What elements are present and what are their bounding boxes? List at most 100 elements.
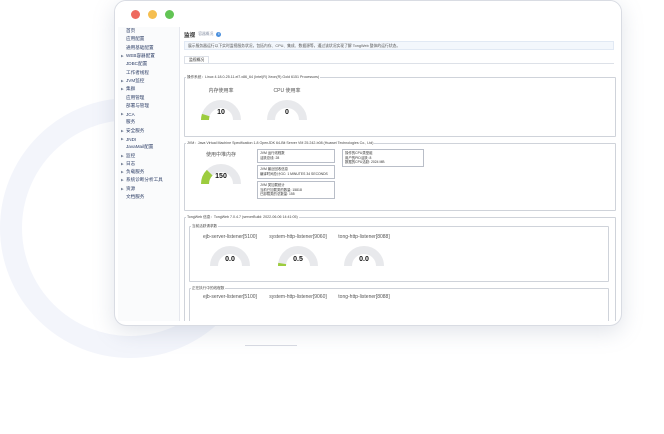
jvm-cpu-box: 操作的CPU类型组 用户的PID活跃: 8 数据的CPU活跃: 2024 MB xyxy=(342,149,424,167)
busy-threads-legend: 正在执行中的线程数 xyxy=(192,286,225,290)
busy-gauge-tong-title: tong-http-listener[8088] xyxy=(338,294,390,300)
sidebar-item-label: 部署与管理 xyxy=(126,102,149,108)
listener-gauge-system-value: 0.5 xyxy=(293,256,303,263)
jvm-cpu-mem: 数据的CPU活跃: 2024 MB xyxy=(345,160,385,165)
sidebar-item[interactable]: ▶ 系统诊断分析工具 xyxy=(118,176,179,184)
jvm-threads-box: JVM 运行线程数 活跃总线: 28 xyxy=(257,149,335,163)
jvm-panel: JVM：Java Virtual Machine Specification 1… xyxy=(184,141,616,211)
sidebar-item-label: 工作者线程 xyxy=(126,69,149,75)
window-close-button[interactable] xyxy=(131,10,140,19)
busy-gauge-tong: tong-http-listener[8088] xyxy=(333,294,395,321)
page-header: 监视 容器概况 i xyxy=(184,30,614,39)
sidebar-item[interactable]: 服务 xyxy=(118,118,179,126)
busy-gauge-system-title: system-http-listener[9060] xyxy=(269,294,327,300)
listener-gauge-tong: tong-http-listener[8088] 0.0 xyxy=(333,234,395,270)
sidebar-item-label: 首页 xyxy=(126,28,136,34)
active-requests-panel: 当前活跃请求数 ejb-server-listener[5100] 0.0 sy… xyxy=(189,224,609,282)
window-minimize-button[interactable] xyxy=(148,10,157,19)
sidebar-item-label: 应用配置 xyxy=(126,36,145,42)
busy-gauge-system: system-http-listener[9060] xyxy=(265,294,331,321)
cpu-gauge-value: 0 xyxy=(285,109,289,116)
sidebar-item[interactable]: ▶ 集群 xyxy=(118,85,179,93)
main-content: 监视 容器概况 i 展示服务器运行以下实时监视服务状况，包括内存、CPU、集成、… xyxy=(180,27,618,321)
sidebar-item-label: 监控 xyxy=(126,152,136,158)
cpu-gauge-title: CPU 使用率 xyxy=(273,88,301,94)
listener-gauge-ejb-title: ejb-server-listener[5100] xyxy=(203,234,257,240)
sidebar-item[interactable]: ▶ 资源 xyxy=(118,185,179,193)
sidebar-item-label: JDBC配置 xyxy=(126,61,148,67)
sidebar-nav: 首页应用配置通用基础配置 ▶ WEB容器配置 JDBC配置 工作者线程 ▶ JVM监控 ▶ 集群… xyxy=(118,27,180,321)
sidebar-item[interactable]: ▶ 监控 xyxy=(118,151,179,159)
sidebar-item-label: 集群 xyxy=(126,86,136,92)
listener-gauge-ejb-value: 0.0 xyxy=(225,256,235,263)
listener-gauge-system-title: system-http-listener[9060] xyxy=(269,234,327,240)
sidebar-item[interactable]: ▶ JVM监控 xyxy=(118,77,179,85)
listener-gauge-ejb-arc xyxy=(210,246,250,267)
app-window: 首页应用配置通用基础配置 ▶ WEB容器配置 JDBC配置 工作者线程 ▶ JVM监控 ▶ 集群… xyxy=(114,0,622,326)
listener-gauge-tong-arc xyxy=(344,246,384,267)
active-requests-legend: 当前活跃请求数 xyxy=(192,224,218,228)
jvm-threads-value: 活跃总线: 28 xyxy=(260,155,280,160)
listener-gauge-system-arc xyxy=(278,246,318,267)
background-divider xyxy=(245,345,297,346)
window-titlebar xyxy=(115,1,621,27)
page-intro: 展示服务器运行以下实时监视服务状况，包括内存、CPU、集成、数据源等，通过该状况… xyxy=(184,41,614,50)
memory-gauge: 内存使用率 10 xyxy=(198,87,244,123)
sidebar-item[interactable]: 应用管理 xyxy=(118,93,179,101)
heap-gauge: 使用中堆内存 150 xyxy=(198,151,244,187)
sidebar-item-label: 系统诊断分析工具 xyxy=(126,177,163,183)
sidebar-item-label: 通用基础配置 xyxy=(126,44,154,50)
sidebar-item-label: JCA xyxy=(126,111,135,117)
os-panel: 操作系统：Linux 4.18.0-25.11.el7.x86_64 (Inte… xyxy=(184,75,616,137)
jvm-classes-box: JVM 类加载统计 当前已加载类的数量: 15818 已卸载类的总数量: 155 xyxy=(257,181,335,199)
sidebar-item-label: WEB容器配置 xyxy=(126,53,155,59)
sidebar-item-label: 负载服务 xyxy=(126,169,145,175)
help-icon[interactable]: i xyxy=(216,32,222,37)
os-panel-legend: 操作系统：Linux 4.18.0-25.11.el7.x86_64 (Inte… xyxy=(187,75,320,79)
page-subtitle: 容器概况 xyxy=(198,32,214,36)
sidebar-item-label: 应用管理 xyxy=(126,94,145,100)
jvm-gc-value: 编译时间总计GC: 1 MINUTES 34 SECONDS xyxy=(260,171,328,176)
sidebar-item[interactable]: 通用基础配置 xyxy=(118,44,179,52)
sidebar-item-label: JavaMail配置 xyxy=(126,144,154,150)
heap-gauge-value: 150 xyxy=(215,173,227,180)
listener-gauge-tong-value: 0.0 xyxy=(359,256,369,263)
app-screen: 首页应用配置通用基础配置 ▶ WEB容器配置 JDBC配置 工作者线程 ▶ JVM监控 ▶ 集群… xyxy=(118,27,618,321)
jvm-panel-legend: JVM：Java Virtual Machine Specification 1… xyxy=(187,141,374,145)
memory-gauge-title: 内存使用率 xyxy=(208,88,234,94)
sidebar-item[interactable]: ▶ 安全服务 xyxy=(118,127,179,135)
stage: 首页应用配置通用基础配置 ▶ WEB容器配置 JDBC配置 工作者线程 ▶ JVM监控 ▶ 集群… xyxy=(0,0,664,434)
sidebar-item[interactable]: ▶ 负载服务 xyxy=(118,168,179,176)
heap-gauge-title: 使用中堆内存 xyxy=(205,152,236,158)
sidebar-item[interactable]: 首页 xyxy=(118,27,179,35)
tongweb-panel-legend: TongWeb 信息：TongWeb 7.0.4.7 (serverBuild:… xyxy=(187,215,298,219)
sidebar-item-label: 安全服务 xyxy=(126,127,145,133)
sidebar-item[interactable]: ▶ 日志 xyxy=(118,160,179,168)
memory-gauge-value: 10 xyxy=(217,109,225,116)
sidebar-item-label: 文档服务 xyxy=(126,194,145,200)
sidebar-item[interactable]: JavaMail配置 xyxy=(118,143,179,151)
listener-gauge-system: system-http-listener[9060] 0.5 xyxy=(265,234,331,270)
sidebar-item-label: JVM监控 xyxy=(126,77,145,83)
tab-bar: 监视概况 xyxy=(184,56,614,64)
jvm-gc-box: JVM 最近回收信息 编译时间总计GC: 1 MINUTES 34 SECOND… xyxy=(257,165,335,179)
listener-gauge-tong-title: tong-http-listener[8088] xyxy=(338,234,390,240)
sidebar-item[interactable]: 应用配置 xyxy=(118,35,179,43)
sidebar-item-label: 日志 xyxy=(126,160,136,166)
sidebar-item-label: JNDI xyxy=(126,136,137,142)
tab-monitor-overview[interactable]: 监视概况 xyxy=(184,56,210,63)
sidebar-item[interactable]: 部署与管理 xyxy=(118,102,179,110)
sidebar-item[interactable]: JDBC配置 xyxy=(118,60,179,68)
sidebar-item[interactable]: 工作者线程 xyxy=(118,68,179,76)
jvm-classes-unloaded: 已卸载类的总数量: 155 xyxy=(260,192,295,197)
busy-gauge-ejb: ejb-server-listener[5100] xyxy=(200,294,260,321)
sidebar-item-label: 资源 xyxy=(126,185,136,191)
sidebar-item[interactable]: ▶ JCA xyxy=(118,110,179,118)
window-zoom-button[interactable] xyxy=(165,10,174,19)
sidebar-item[interactable]: ▶ JNDI xyxy=(118,135,179,143)
busy-gauge-ejb-title: ejb-server-listener[5100] xyxy=(203,294,257,300)
sidebar-item[interactable]: ▶ WEB容器配置 xyxy=(118,52,179,60)
sidebar-item[interactable]: 文档服务 xyxy=(118,193,179,201)
listener-gauge-ejb: ejb-server-listener[5100] 0.0 xyxy=(200,234,260,270)
cpu-gauge: CPU 使用率 0 xyxy=(264,87,310,123)
